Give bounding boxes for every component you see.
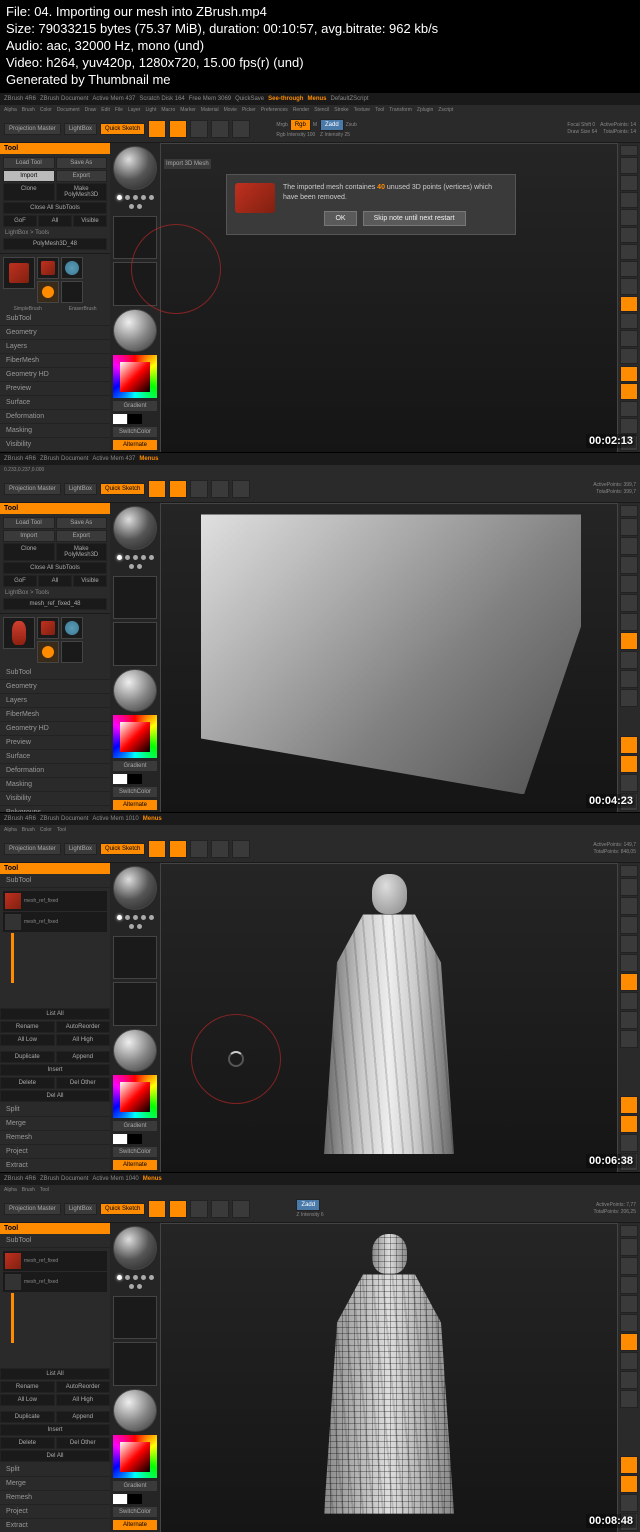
statue-wireframe [314,1234,464,1524]
actual-icon[interactable] [620,192,638,208]
load-tool-button[interactable]: Load Tool [3,157,55,169]
import-dialog: The imported mesh containes 40 unused 3D… [226,174,516,235]
draw-icon[interactable] [169,120,187,138]
menu-bar[interactable]: AlphaBrushColorDocumentDrawEditFileLayer… [0,105,640,115]
thumbnail-1: ZBrush 4R6ZBrush DocumentActive Mem 437S… [0,92,640,452]
eraserbrush-tool[interactable] [61,281,83,303]
scale-icon[interactable] [620,330,638,346]
scroll-icon[interactable] [620,157,638,173]
polyf-icon[interactable] [620,366,638,382]
brush-preview[interactable] [113,146,157,189]
thumbnail-4: ZBrush 4R6ZBrush DocumentActive Mem 1040… [0,1172,640,1532]
zoom-icon[interactable] [620,175,638,191]
bpr-icon[interactable] [620,145,638,156]
frame-icon[interactable] [620,296,638,312]
close-subtools-button[interactable]: Close All SubTools [3,202,107,214]
local-icon[interactable] [620,261,638,277]
ghost-icon[interactable] [620,401,638,417]
thumbnail-3: ZBrush 4R6ZBrush DocumentActive Mem 1010… [0,812,640,1172]
canvas[interactable]: Import 3D Mesh The imported mesh contain… [160,143,618,452]
fibermesh-menu[interactable]: FiberMesh [0,354,110,368]
edit-icon[interactable] [148,120,166,138]
lconst-icon[interactable] [620,278,638,294]
geometryhd-menu[interactable]: Geometry HD [0,368,110,382]
rgb-button[interactable]: Rgb [290,119,311,131]
clone-button[interactable]: Clone [3,183,55,201]
preview-menu[interactable]: Preview [0,382,110,396]
statue-sculpt [314,874,464,1164]
import-button[interactable]: Import [3,170,55,182]
persp-icon[interactable] [620,227,638,243]
aahalf-icon[interactable] [620,209,638,225]
deformation-menu[interactable]: Deformation [0,410,110,424]
scale-icon[interactable] [211,120,229,138]
floor-icon[interactable] [620,244,638,260]
import-tooltip: Import 3D Mesh [164,159,211,169]
geometry-menu[interactable]: Geometry [0,326,110,340]
gradient-button[interactable]: Gradient [113,401,157,411]
file-info-header: File: 04. Importing our mesh into ZBrush… [0,0,640,92]
export-button[interactable]: Export [56,170,108,182]
swatch-secondary[interactable] [128,414,142,424]
visibility-menu[interactable]: Visibility [0,438,110,452]
layers-menu[interactable]: Layers [0,340,110,354]
tool-preview-main[interactable] [3,257,35,289]
subtool-menu[interactable]: SubTool [0,312,110,326]
subtool-item[interactable]: mesh_ref_fixed [3,891,107,911]
sculpted-mesh-closeup [201,514,581,794]
make-polymesh-button[interactable]: Make PolyMesh3D [56,183,108,201]
tool-panel: Tool Load ToolSave As ImportExport Clone… [0,143,110,452]
quicksketch-button[interactable]: Quick Sketch [100,123,145,135]
right-toolbar [618,143,640,452]
switchcolor-button[interactable]: SwitchColor [113,427,157,437]
stroke-dots[interactable] [113,193,157,213]
skip-button[interactable]: Skip note until next restart [363,211,466,226]
zadd-button[interactable]: Zadd [320,119,344,131]
top-toolbar: Projection Master LightBox Quick Sketch … [0,115,640,143]
rotate-icon[interactable] [620,348,638,364]
projection-master-button[interactable]: Projection Master [4,123,61,135]
thumbnail-2: ZBrush 4R6ZBrush DocumentActive Mem 437M… [0,452,640,812]
ok-button[interactable]: OK [324,211,356,226]
move-icon[interactable] [620,313,638,329]
solo-icon[interactable] [620,418,638,434]
rotate-icon[interactable] [232,120,250,138]
color-picker[interactable] [113,355,157,398]
alternate-button[interactable]: Alternate [113,440,157,450]
material-preview[interactable] [113,309,157,352]
simplebrush-tool[interactable] [37,281,59,303]
subtool-item[interactable]: mesh_ref_fixed [3,912,107,932]
brush-cursor [131,224,221,314]
canvas[interactable] [160,1223,618,1532]
timestamp: 00:02:13 [586,434,636,448]
masking-menu[interactable]: Masking [0,424,110,438]
lightbox-button[interactable]: LightBox [64,123,97,135]
move-icon[interactable] [190,120,208,138]
surface-menu[interactable]: Surface [0,396,110,410]
dialog-mesh-icon [235,183,275,213]
transp-icon[interactable] [620,383,638,399]
title-bar: ZBrush 4R6ZBrush DocumentActive Mem 437S… [0,93,640,105]
canvas[interactable] [160,503,618,812]
save-as-button[interactable]: Save As [56,157,108,169]
canvas[interactable] [160,863,618,1172]
swatch-main[interactable] [113,414,127,424]
tool-header[interactable]: Tool [0,143,110,154]
